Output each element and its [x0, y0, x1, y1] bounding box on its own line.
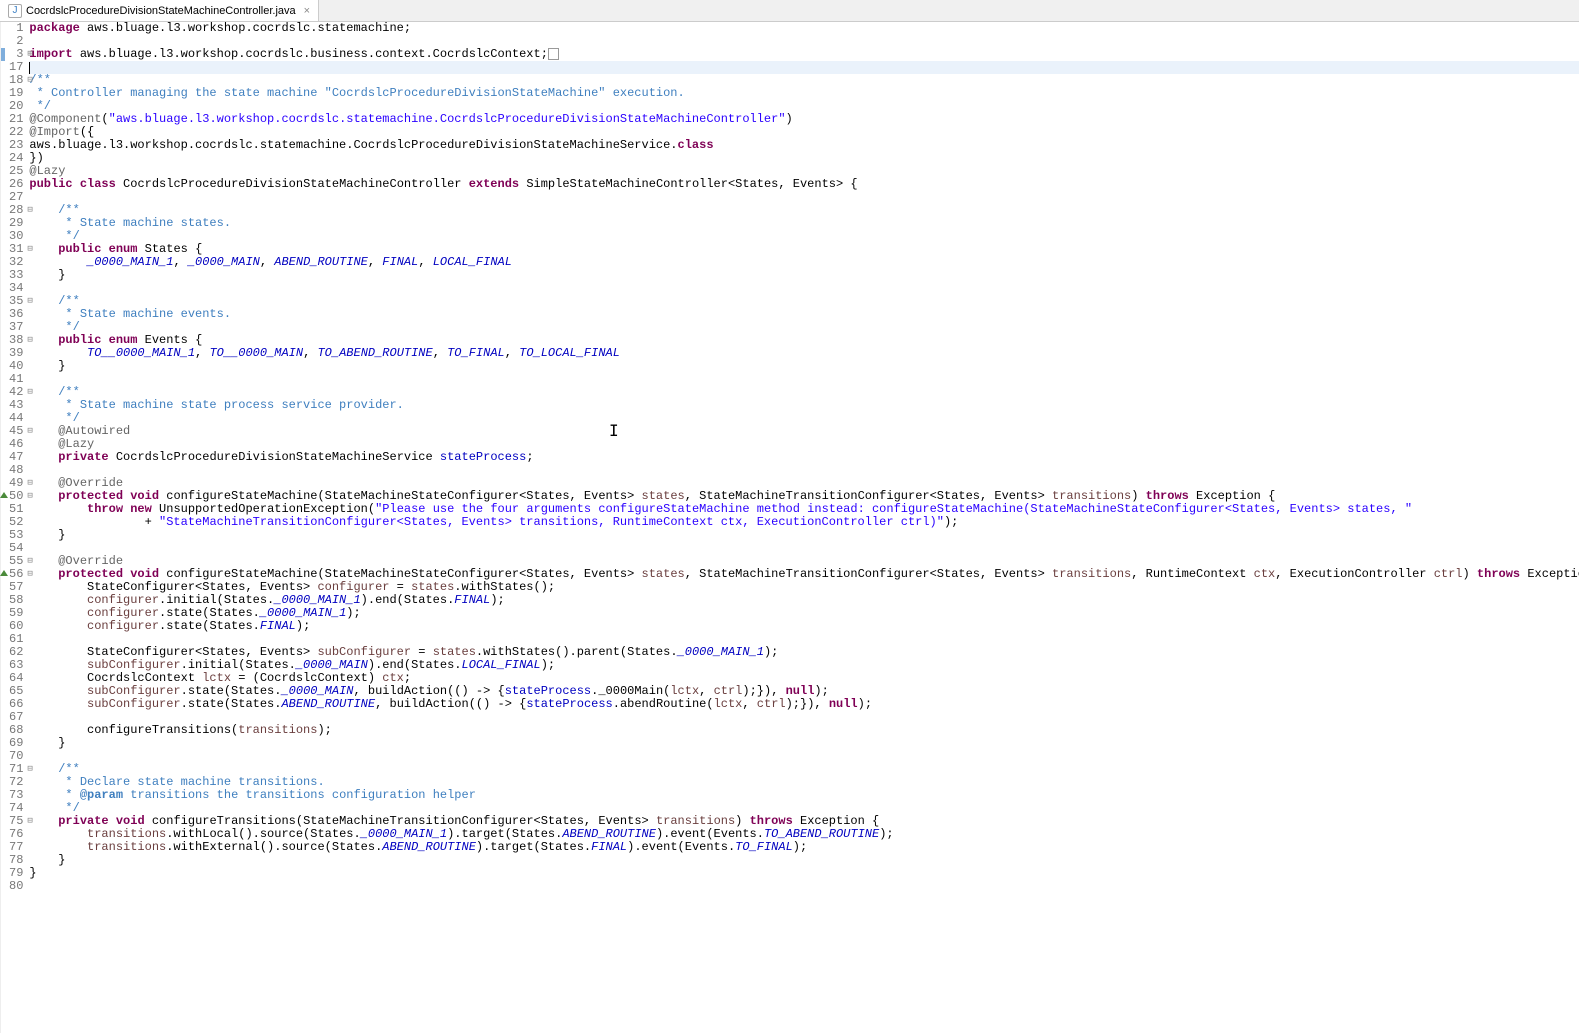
- code-line[interactable]: * Controller managing the state machine …: [29, 87, 1579, 100]
- code-line[interactable]: }: [29, 529, 1579, 542]
- close-icon[interactable]: ×: [304, 5, 310, 17]
- code-line[interactable]: [29, 61, 1579, 74]
- code-line[interactable]: @Autowired: [29, 425, 1579, 438]
- code-line[interactable]: }: [29, 737, 1579, 750]
- code-line[interactable]: package aws.bluage.l3.workshop.cocrdslc.…: [29, 22, 1579, 35]
- code-line[interactable]: */: [29, 230, 1579, 243]
- code-line[interactable]: * State machine state process service pr…: [29, 399, 1579, 412]
- line-number: 80: [9, 880, 23, 893]
- code-line[interactable]: [29, 191, 1579, 204]
- code-line[interactable]: */: [29, 321, 1579, 334]
- code-line[interactable]: }: [29, 360, 1579, 373]
- editor-tab[interactable]: J CocrdslcProcedureDivisionStateMachineC…: [0, 0, 319, 21]
- code-line[interactable]: configurer.state(States.FINAL);: [29, 620, 1579, 633]
- code-line[interactable]: import aws.bluage.l3.workshop.cocrdslc.b…: [29, 48, 1579, 61]
- code-line[interactable]: public class CocrdslcProcedureDivisionSt…: [29, 178, 1579, 191]
- code-line[interactable]: transitions.withExternal().source(States…: [29, 841, 1579, 854]
- code-line[interactable]: _0000_MAIN_1, _0000_MAIN, ABEND_ROUTINE,…: [29, 256, 1579, 269]
- code-line[interactable]: @Component("aws.bluage.l3.workshop.cocrd…: [29, 113, 1579, 126]
- code-line[interactable]: * State machine events.: [29, 308, 1579, 321]
- code-line[interactable]: [29, 880, 1579, 893]
- code-line[interactable]: [29, 542, 1579, 555]
- code-line[interactable]: + "StateMachineTransitionConfigurer<Stat…: [29, 516, 1579, 529]
- code-line[interactable]: [29, 464, 1579, 477]
- code-line[interactable]: [29, 282, 1579, 295]
- code-line[interactable]: }: [29, 269, 1579, 282]
- code-line[interactable]: aws.bluage.l3.workshop.cocrdslc.statemac…: [29, 139, 1579, 152]
- java-file-icon: J: [8, 4, 22, 18]
- code-line[interactable]: [29, 373, 1579, 386]
- code-line[interactable]: * State machine states.: [29, 217, 1579, 230]
- code-line[interactable]: subConfigurer.state(States.ABEND_ROUTINE…: [29, 698, 1579, 711]
- code-line[interactable]: [29, 750, 1579, 763]
- code-line[interactable]: /**: [29, 204, 1579, 217]
- code-line[interactable]: }: [29, 854, 1579, 867]
- tab-filename: CocrdslcProcedureDivisionStateMachineCon…: [26, 5, 296, 17]
- code-line[interactable]: */: [29, 412, 1579, 425]
- code-line[interactable]: private CocrdslcProcedureDivisionStateMa…: [29, 451, 1579, 464]
- code-line[interactable]: configureTransitions(transitions);: [29, 724, 1579, 737]
- code-line[interactable]: * @param transitions the transitions con…: [29, 789, 1579, 802]
- code-line[interactable]: TO__0000_MAIN_1, TO__0000_MAIN, TO_ABEND…: [29, 347, 1579, 360]
- code-line[interactable]: /**: [29, 295, 1579, 308]
- code-line[interactable]: }): [29, 152, 1579, 165]
- code-editor[interactable]: 1231718192021222324252627282930313233343…: [0, 22, 1579, 1033]
- tab-bar: J CocrdslcProcedureDivisionStateMachineC…: [0, 0, 1579, 22]
- code-line[interactable]: }: [29, 867, 1579, 880]
